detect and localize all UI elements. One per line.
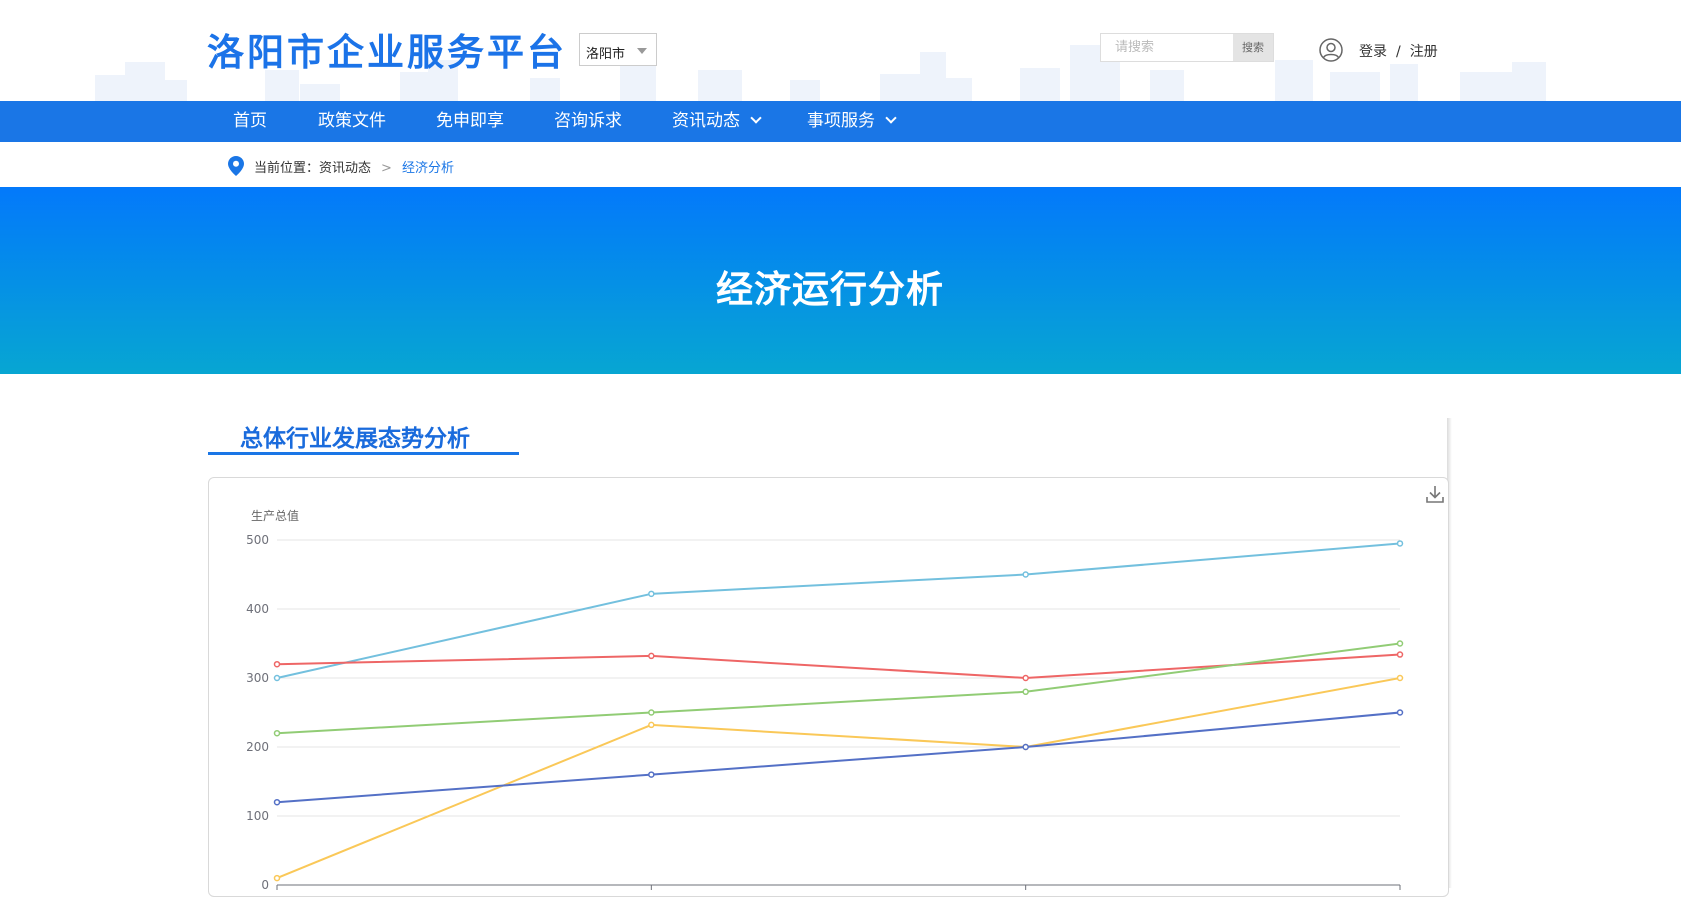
breadcrumb-prefix: 当前位置： xyxy=(254,161,320,176)
series-line-0 xyxy=(276,542,1401,679)
location-pin-icon xyxy=(228,156,244,176)
nav-item-label: 事项服务 xyxy=(807,111,875,131)
page-banner: 经济运行分析 xyxy=(0,187,1681,374)
search-button[interactable]: 搜索 xyxy=(1233,34,1273,61)
auth-links: 登录 / 注册 xyxy=(1359,41,1438,61)
nav-item-services[interactable]: 事项服务 xyxy=(807,101,897,142)
y-tick-label: 300 xyxy=(246,671,269,685)
nav-item-apply-free[interactable]: 免申即享 xyxy=(436,101,504,142)
data-point xyxy=(273,660,281,668)
data-point xyxy=(648,709,655,716)
breadcrumb-parent[interactable]: 资讯动态 xyxy=(319,161,371,176)
data-point xyxy=(273,674,281,682)
line-chart: 生产总值 0 100 200 300 400 500 xyxy=(246,508,1404,892)
breadcrumb-trail: 当前位置：资讯动态 > 经济分析 xyxy=(254,157,454,176)
register-link[interactable]: 注册 xyxy=(1410,44,1438,60)
search-input[interactable] xyxy=(1101,34,1233,61)
data-point xyxy=(1396,651,1404,658)
y-tick-label: 400 xyxy=(246,602,269,616)
user-circle-icon[interactable] xyxy=(1319,38,1343,62)
nav-item-label: 资讯动态 xyxy=(672,111,740,131)
nav-item-label: 咨询诉求 xyxy=(554,111,622,131)
city-select-value: 洛阳市 xyxy=(586,47,626,62)
caret-down-icon xyxy=(637,48,647,54)
breadcrumb-separator: > xyxy=(381,161,392,176)
data-point xyxy=(273,729,281,737)
series-line-4 xyxy=(276,711,1401,804)
y-axis-title: 生产总值 xyxy=(251,508,299,523)
chevron-down-icon xyxy=(885,112,897,124)
breadcrumb-current: 经济分析 xyxy=(401,161,454,176)
section-underline xyxy=(208,452,519,455)
site-logo[interactable]: 洛阳市企业服务平台 xyxy=(207,22,567,76)
chart-card: 生产总值 0 100 200 300 400 500 xyxy=(208,477,1449,897)
nav-item-label: 政策文件 xyxy=(318,111,386,131)
download-icon[interactable] xyxy=(1424,483,1446,505)
data-point xyxy=(273,874,281,882)
page-title: 经济运行分析 xyxy=(716,268,944,311)
y-tick-label: 500 xyxy=(246,533,269,547)
breadcrumb: 当前位置：资讯动态 > 经济分析 xyxy=(0,142,1681,187)
data-point xyxy=(1396,640,1404,647)
series-line-2 xyxy=(276,642,1401,735)
section-title: 总体行业发展态势分析 xyxy=(240,426,470,452)
nav-item-home[interactable]: 首页 xyxy=(233,101,267,142)
auth-separator: / xyxy=(1396,44,1401,60)
data-point xyxy=(1396,709,1404,716)
data-point xyxy=(1396,674,1404,682)
y-tick-label: 100 xyxy=(246,809,269,823)
data-point xyxy=(273,798,281,806)
site-header: 洛阳市企业服务平台 洛阳市 搜索 登录 / 注册 xyxy=(0,0,1681,101)
series-line-3 xyxy=(276,677,1401,880)
data-point xyxy=(648,652,655,660)
data-point xyxy=(648,771,655,778)
search-box: 搜索 xyxy=(1100,33,1274,62)
data-point xyxy=(1022,571,1029,578)
series-line-1 xyxy=(276,653,1401,680)
nav-item-consult[interactable]: 咨询诉求 xyxy=(554,101,622,142)
data-point xyxy=(1396,540,1404,547)
data-point xyxy=(648,590,655,598)
data-point xyxy=(648,721,655,729)
nav-item-label: 免申即享 xyxy=(436,111,504,131)
chevron-down-icon xyxy=(750,112,762,124)
nav-item-label: 首页 xyxy=(233,111,267,131)
y-tick-label: 200 xyxy=(246,740,269,754)
y-tick-label: 0 xyxy=(261,878,269,892)
data-point xyxy=(1022,674,1029,682)
city-select[interactable]: 洛阳市 xyxy=(579,33,657,66)
login-link[interactable]: 登录 xyxy=(1359,44,1387,60)
main-nav: 首页 政策文件 免申即享 咨询诉求 资讯动态 事项服务 xyxy=(0,101,1681,142)
nav-item-news[interactable]: 资讯动态 xyxy=(672,101,762,142)
data-point xyxy=(1022,688,1029,696)
nav-item-policy-files[interactable]: 政策文件 xyxy=(318,101,386,142)
data-point xyxy=(1022,743,1029,751)
